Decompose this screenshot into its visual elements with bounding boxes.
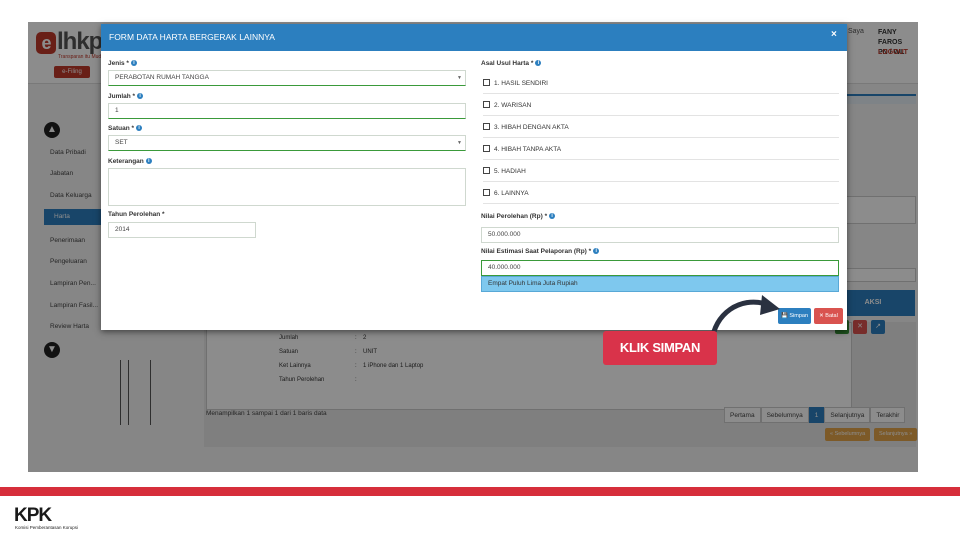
info-icon: i — [593, 248, 600, 255]
checkbox[interactable] — [483, 101, 490, 108]
caret-down-icon: ▼ — [457, 140, 462, 146]
checkbox[interactable] — [483, 167, 490, 174]
checkbox[interactable] — [483, 189, 490, 196]
info-icon: i — [549, 213, 556, 220]
divider — [483, 159, 839, 160]
nilai-estimasi-label: Nilai Estimasi Saat Pelaporan (Rp) * i — [481, 248, 600, 255]
jumlah-label: Jumlah * i — [108, 93, 144, 100]
caret-down-icon: ▼ — [457, 75, 462, 81]
asal-option-hibah-tanpa-akta[interactable]: 4. HIBAH TANPA AKTA — [483, 145, 561, 153]
close-icon: ✕ — [819, 313, 824, 319]
jumlah-input[interactable]: 1 — [108, 103, 466, 119]
asal-option-hibah-akta[interactable]: 3. HIBAH DENGAN AKTA — [483, 123, 569, 131]
form-modal: FORM DATA HARTA BERGERAK LAINNYA × Jenis… — [101, 24, 847, 330]
modal-title: FORM DATA HARTA BERGERAK LAINNYA — [109, 32, 275, 42]
modal-header: FORM DATA HARTA BERGERAK LAINNYA × — [101, 24, 847, 51]
nilai-perolehan-label: Nilai Perolehan (Rp) * i — [481, 213, 556, 220]
satuan-select[interactable]: SET ▼ — [108, 135, 466, 151]
divider — [483, 203, 839, 204]
info-icon: i — [145, 158, 152, 165]
info-icon: i — [535, 60, 542, 67]
asal-usul-label: Asal Usul Harta * i — [481, 60, 542, 67]
kpk-subtitle: Komisi Pemberantasan Korupsi — [15, 525, 79, 530]
keterangan-textarea[interactable] — [108, 168, 466, 206]
checkbox[interactable] — [483, 123, 490, 130]
jenis-select[interactable]: PERABOTAN RUMAH TANGGA ▼ — [108, 70, 466, 86]
klik-simpan-callout: KLIK SIMPAN — [603, 331, 717, 365]
divider — [483, 137, 839, 138]
checkbox[interactable] — [483, 145, 490, 152]
asal-option-hadiah[interactable]: 5. HADIAH — [483, 167, 526, 175]
close-icon[interactable]: × — [831, 29, 837, 40]
asal-option-warisan[interactable]: 2. WARISAN — [483, 101, 531, 109]
checkbox[interactable] — [483, 79, 490, 86]
tahun-input[interactable]: 2014 — [108, 222, 256, 238]
info-icon: i — [137, 93, 144, 100]
keterangan-label: Keterangan i — [108, 158, 152, 165]
asal-option-hasil-sendiri[interactable]: 1. HASIL SENDIRI — [483, 79, 548, 87]
nilai-estimasi-input[interactable]: 40.000.000 — [481, 260, 839, 276]
tahun-label: Tahun Perolehan * — [108, 211, 165, 218]
divider — [483, 115, 839, 116]
footer-bar — [0, 487, 960, 496]
divider — [483, 93, 839, 94]
info-icon: i — [136, 125, 143, 132]
jenis-label: Jenis * i — [108, 60, 137, 67]
slide: e lhkpn Transparan itu Mudah e-Filing Say… — [0, 0, 960, 540]
info-icon: i — [130, 60, 137, 67]
asal-option-lainnya[interactable]: 6. LAINNYA — [483, 189, 529, 197]
nilai-perolehan-input[interactable]: 50.000.000 — [481, 227, 839, 243]
divider — [483, 181, 839, 182]
kpk-logo: KPK — [14, 505, 52, 526]
satuan-label: Satuan * i — [108, 125, 143, 132]
batal-button[interactable]: ✕ Batal — [814, 308, 843, 324]
